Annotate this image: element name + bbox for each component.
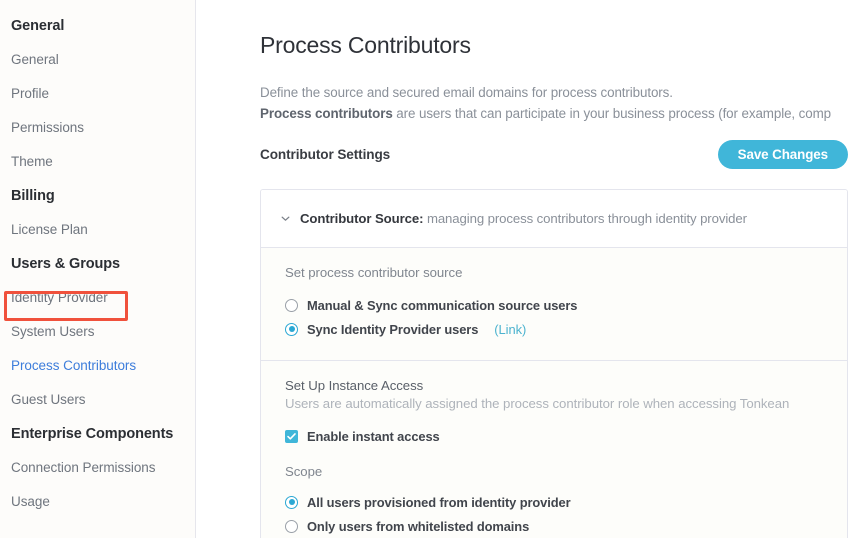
- page-description-rest: are users that can participate in your b…: [392, 106, 832, 121]
- radio-option-whitelisted-domains-label: Only users from whitelisted domains: [307, 518, 530, 534]
- page-title: Process Contributors: [260, 32, 471, 58]
- sidebar-item-process-contributors[interactable]: Process Contributors: [0, 358, 195, 392]
- save-changes-button[interactable]: Save Changes: [717, 139, 848, 169]
- contributor-source-header-rest: managing process contributors through id…: [423, 211, 747, 226]
- sidebar-item-profile[interactable]: Profile: [0, 86, 195, 120]
- contributor-source-header-strong: Contributor Source:: [300, 211, 424, 226]
- contributor-source-panel: Contributor Source: managing process con…: [260, 189, 848, 538]
- radio-icon-checked[interactable]: [285, 495, 298, 509]
- radio-option-all-users-provisioned[interactable]: All users provisioned from identity prov…: [285, 490, 823, 514]
- instance-access-subtitle: Users are automatically assigned the pro…: [285, 396, 790, 411]
- chevron-down-icon[interactable]: [280, 213, 291, 224]
- page-description-line-1: Define the source and secured email doma…: [260, 85, 673, 100]
- radio-option-manual-sync-label: Manual & Sync communication source users: [307, 297, 578, 313]
- sidebar-group-title-users-groups: Users & Groups: [11, 256, 120, 272]
- radio-option-sync-identity-provider-label: Sync Identity Provider users: [307, 321, 479, 337]
- radio-option-manual-sync[interactable]: Manual & Sync communication source users: [285, 293, 823, 317]
- sidebar-item-system-users[interactable]: System Users: [0, 324, 195, 358]
- radio-option-sync-identity-provider[interactable]: Sync Identity Provider users (Link): [285, 317, 823, 341]
- page-description-line-2: Process contributors are users that can …: [260, 103, 857, 124]
- contributor-settings-row: Contributor Settings Save Changes: [260, 139, 857, 169]
- page-description-strong: Process contributors: [260, 106, 393, 121]
- set-process-contributor-source-label: Set process contributor source: [285, 265, 463, 280]
- page-description: Define the source and secured email doma…: [260, 82, 857, 124]
- settings-page: General General Profile Permissions Them…: [0, 0, 857, 538]
- radio-icon-unchecked[interactable]: [285, 298, 298, 312]
- settings-sidebar: General General Profile Permissions Them…: [0, 0, 196, 538]
- sidebar-item-guest-users[interactable]: Guest Users: [0, 392, 195, 426]
- set-up-instance-access-section: Set Up Instance Access Users are automat…: [261, 360, 847, 538]
- radio-option-whitelisted-domains[interactable]: Only users from whitelisted domains: [285, 514, 823, 538]
- sidebar-item-connection-permissions[interactable]: Connection Permissions: [0, 460, 195, 494]
- radio-icon-checked[interactable]: [285, 322, 298, 336]
- radio-option-all-users-provisioned-label: All users provisioned from identity prov…: [307, 494, 571, 510]
- radio-icon-unchecked[interactable]: [285, 519, 298, 533]
- sidebar-item-permissions[interactable]: Permissions: [0, 120, 195, 154]
- sidebar-group-title-enterprise-components: Enterprise Components: [11, 426, 174, 442]
- sidebar-item-identity-provider[interactable]: Identity Provider: [0, 290, 195, 324]
- sidebar-item-general[interactable]: General: [0, 52, 195, 86]
- main-content: Process Contributors Define the source a…: [196, 0, 857, 538]
- identity-provider-link[interactable]: (Link): [494, 322, 526, 337]
- checkbox-checked-icon[interactable]: [285, 429, 298, 443]
- sidebar-item-license-plan[interactable]: License Plan: [0, 222, 195, 256]
- sidebar-item-theme[interactable]: Theme: [0, 154, 195, 188]
- sidebar-group-title-general: General: [11, 18, 65, 34]
- sidebar-item-usage[interactable]: Usage: [0, 494, 195, 528]
- sidebar-group-title-billing: Billing: [11, 188, 55, 204]
- contributor-source-panel-header[interactable]: Contributor Source: managing process con…: [261, 190, 847, 247]
- contributor-source-header-text: Contributor Source: managing process con…: [300, 211, 747, 226]
- scope-label: Scope: [285, 464, 323, 479]
- set-process-contributor-source-section: Set process contributor source Manual & …: [261, 247, 847, 360]
- instance-access-title: Set Up Instance Access: [285, 378, 424, 393]
- enable-instant-access-label: Enable instant access: [307, 428, 440, 444]
- enable-instant-access-checkbox-row[interactable]: Enable instant access: [285, 424, 823, 448]
- contributor-settings-label: Contributor Settings: [260, 146, 391, 162]
